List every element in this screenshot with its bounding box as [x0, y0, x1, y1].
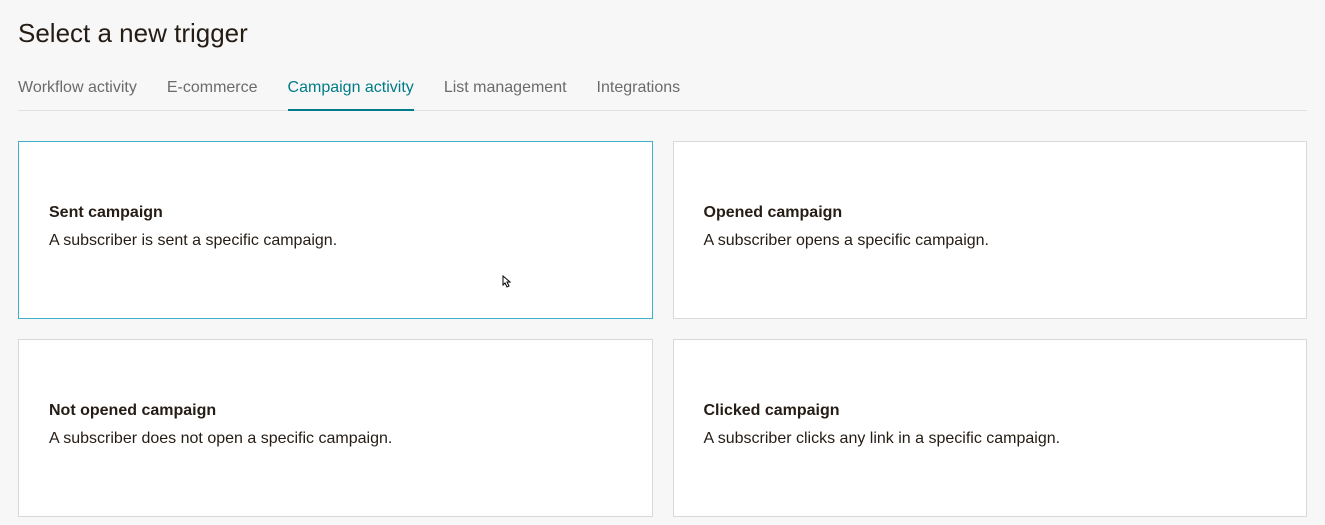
- card-description: A subscriber opens a specific campaign.: [704, 232, 1277, 250]
- page-title: Select a new trigger: [18, 18, 1307, 49]
- tab-ecommerce[interactable]: E-commerce: [167, 79, 258, 111]
- card-description: A subscriber clicks any link in a specif…: [704, 430, 1277, 448]
- tab-campaign-activity[interactable]: Campaign activity: [288, 79, 414, 111]
- card-title: Not opened campaign: [49, 402, 622, 420]
- card-title: Opened campaign: [704, 204, 1277, 222]
- trigger-card-sent-campaign[interactable]: Sent campaign A subscriber is sent a spe…: [18, 141, 653, 319]
- trigger-card-opened-campaign[interactable]: Opened campaign A subscriber opens a spe…: [673, 141, 1308, 319]
- trigger-card-not-opened-campaign[interactable]: Not opened campaign A subscriber does no…: [18, 339, 653, 517]
- card-description: A subscriber is sent a specific campaign…: [49, 232, 622, 250]
- trigger-cards-grid: Sent campaign A subscriber is sent a spe…: [18, 141, 1307, 517]
- trigger-card-clicked-campaign[interactable]: Clicked campaign A subscriber clicks any…: [673, 339, 1308, 517]
- tab-workflow-activity[interactable]: Workflow activity: [18, 79, 137, 111]
- tab-list-management[interactable]: List management: [444, 79, 567, 111]
- tabs-container: Workflow activity E-commerce Campaign ac…: [18, 79, 1307, 111]
- card-description: A subscriber does not open a specific ca…: [49, 430, 622, 448]
- card-title: Sent campaign: [49, 204, 622, 222]
- tab-integrations[interactable]: Integrations: [597, 79, 681, 111]
- card-title: Clicked campaign: [704, 402, 1277, 420]
